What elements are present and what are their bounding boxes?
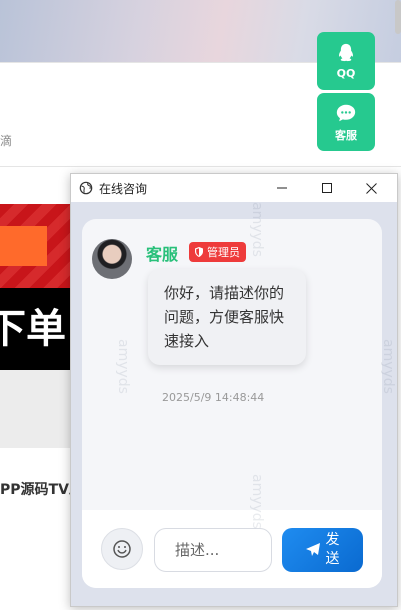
window-title: 在线咨询 <box>99 181 148 196</box>
window-titlebar[interactable]: 在线咨询 <box>71 174 397 202</box>
qq-button[interactable]: QQ <box>317 32 375 90</box>
maximize-icon <box>321 183 332 193</box>
chat-window: 在线咨询 客服 管理员 你好，请描述你的问题，方便客服快速接入 2025/5/9… <box>70 173 398 607</box>
close-button[interactable] <box>349 174 394 202</box>
admin-badge: 管理员 <box>189 242 246 262</box>
divider <box>0 166 401 167</box>
background-text-fragment: 滴 <box>0 134 13 148</box>
close-icon <box>366 182 377 194</box>
smiley-icon <box>113 540 131 558</box>
promo-image-block <box>0 226 47 266</box>
send-button-label: 发送 <box>325 532 340 567</box>
message-input[interactable] <box>154 528 272 572</box>
admin-badge-label: 管理员 <box>207 246 240 259</box>
message-bubble: 你好，请描述你的问题，方便客服快速接入 <box>148 269 306 365</box>
image-placeholder <box>0 370 70 448</box>
agent-avatar <box>92 239 132 279</box>
promo-banner-text[interactable]: 下单 <box>0 288 70 370</box>
sender-name: 客服 <box>146 245 179 264</box>
watermark: amyyds <box>380 339 396 394</box>
chat-panel: 客服 管理员 你好，请描述你的问题，方便客服快速接入 2025/5/9 14:4… <box>82 219 382 588</box>
message-timestamp: 2025/5/9 14:48:44 <box>162 391 265 404</box>
qq-button-label: QQ <box>336 67 356 80</box>
minimize-icon <box>276 187 287 189</box>
maximize-button[interactable] <box>304 174 349 202</box>
shield-icon <box>195 247 203 257</box>
qq-penguin-icon <box>339 43 353 62</box>
customer-service-label: 客服 <box>335 128 357 142</box>
chat-bubble-icon <box>336 104 356 121</box>
paper-plane-icon <box>305 543 320 556</box>
emoji-button[interactable] <box>101 528 143 570</box>
send-button[interactable]: 发送 <box>282 528 363 572</box>
input-bar: 发送 <box>82 510 382 588</box>
globe-icon <box>79 181 93 195</box>
customer-service-button[interactable]: 客服 <box>317 93 375 151</box>
minimize-button[interactable] <box>259 174 304 202</box>
scrollbar-thumb[interactable] <box>395 0 401 34</box>
